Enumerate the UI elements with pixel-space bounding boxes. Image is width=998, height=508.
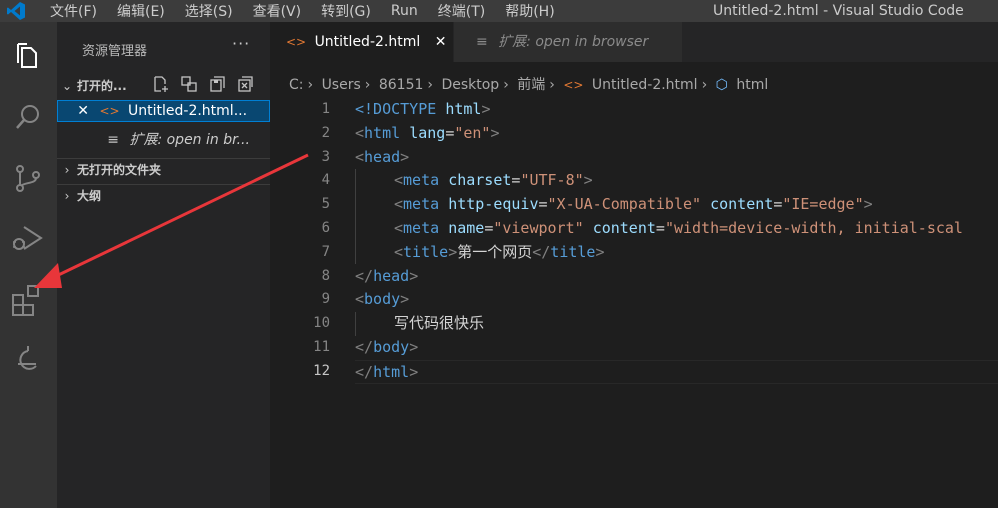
menu-go[interactable]: 转到(G) bbox=[311, 1, 381, 21]
menu-help[interactable]: 帮助(H) bbox=[495, 1, 564, 21]
line-number: 8 bbox=[321, 267, 330, 284]
explorer-title: 资源管理器 bbox=[82, 44, 148, 59]
explorer-icon[interactable] bbox=[8, 36, 48, 76]
line-number: 10 bbox=[313, 315, 330, 332]
breadcrumb-item[interactable]: 前端 bbox=[517, 77, 545, 93]
code-editor[interactable]: <!DOCTYPE html> <html lang="en"> <head> … bbox=[355, 98, 998, 384]
outline-section[interactable]: › 大纲 bbox=[57, 184, 270, 207]
code-line: <body> bbox=[355, 290, 410, 309]
chevron-right-icon: › bbox=[64, 189, 70, 203]
editor-tabs: <> Untitled-2.html ✕ ≡ 扩展: open in brows… bbox=[270, 22, 998, 62]
chevron-down-icon: ⌄ bbox=[61, 79, 73, 93]
close-icon[interactable]: ✕ bbox=[57, 100, 89, 122]
line-number: 5 bbox=[321, 196, 330, 213]
outline-label: 大纲 bbox=[77, 189, 102, 203]
tab-untitled-2[interactable]: <> Untitled-2.html ✕ bbox=[270, 22, 453, 62]
code-line: <head> bbox=[355, 147, 410, 166]
code-line: </head> bbox=[355, 266, 419, 285]
breadcrumb-item[interactable]: Desktop bbox=[441, 77, 499, 93]
chevron-right-icon: › bbox=[364, 77, 371, 93]
activity-bar bbox=[0, 22, 57, 508]
menu-bar: 文件(F) 编辑(E) 选择(S) 查看(V) 转到(G) Run 终端(T) … bbox=[40, 0, 565, 22]
menu-file[interactable]: 文件(F) bbox=[40, 1, 107, 21]
extensions-icon[interactable] bbox=[8, 280, 48, 320]
tab-label: Untitled-2.html bbox=[314, 34, 421, 50]
code-line: <html lang="en"> bbox=[355, 123, 500, 142]
explorer-sidebar: 资源管理器 ··· ⌄ 打开的... ✕ <> Untitled-2.html..… bbox=[57, 22, 270, 508]
line-number-gutter: 1 2 3 4 5 6 7 8 9 10 11 12 bbox=[270, 98, 330, 384]
run-debug-icon[interactable] bbox=[8, 218, 48, 258]
more-actions-button[interactable]: ··· bbox=[232, 34, 250, 53]
line-number: 3 bbox=[321, 148, 330, 165]
symbol-element-icon: ⬡ bbox=[715, 77, 728, 93]
line-number: 9 bbox=[321, 291, 330, 308]
code-line: <!DOCTYPE html> bbox=[355, 100, 491, 118]
tab-label: 扩展: open in browser bbox=[498, 34, 649, 50]
open-editor-item-extension[interactable]: ≡ 扩展: open in br... bbox=[57, 129, 270, 151]
breadcrumb-item[interactable]: Users bbox=[322, 77, 361, 93]
code-line: </body> bbox=[355, 337, 419, 356]
toggle-vertical-layout-icon[interactable] bbox=[180, 75, 198, 93]
html-file-icon: <> bbox=[563, 78, 584, 92]
open-editors-label: 打开的... bbox=[77, 79, 127, 93]
no-folder-section[interactable]: › 无打开的文件夹 bbox=[57, 158, 270, 181]
html-file-icon: <> bbox=[99, 104, 120, 118]
chevron-right-icon: › bbox=[427, 77, 433, 93]
html-file-icon: <> bbox=[286, 35, 307, 49]
code-line: <meta name="viewport" content="width=dev… bbox=[394, 218, 963, 237]
chevron-right-icon: › bbox=[64, 163, 70, 177]
chevron-right-icon: › bbox=[549, 77, 555, 93]
line-number: 1 bbox=[321, 101, 330, 117]
remote-explorer-icon[interactable] bbox=[8, 340, 48, 380]
line-number: 6 bbox=[321, 219, 330, 236]
breadcrumb-item[interactable]: 86151 bbox=[379, 77, 424, 93]
breadcrumb: C: › Users › 86151 › Desktop › 前端 › <> Untitl… bbox=[289, 74, 772, 94]
current-line-number: 12 bbox=[313, 362, 330, 379]
code-line: 写代码很快乐 bbox=[394, 314, 485, 333]
no-folder-label: 无打开的文件夹 bbox=[77, 163, 162, 177]
code-line: <meta charset="UTF-8"> bbox=[394, 171, 593, 190]
search-icon[interactable] bbox=[8, 98, 48, 138]
chevron-right-icon: › bbox=[701, 77, 708, 93]
current-code-line: </html> bbox=[355, 359, 998, 384]
save-all-icon[interactable] bbox=[208, 75, 226, 93]
menu-edit[interactable]: 编辑(E) bbox=[107, 1, 175, 21]
window-title: Untitled-2.html - Visual Studio Code bbox=[713, 3, 964, 19]
open-editors-actions bbox=[152, 75, 254, 93]
breadcrumb-item[interactable]: Untitled-2.html bbox=[592, 77, 698, 93]
close-all-icon[interactable] bbox=[236, 75, 254, 93]
menu-terminal[interactable]: 终端(T) bbox=[428, 1, 495, 21]
line-number: 11 bbox=[313, 338, 330, 355]
source-control-icon[interactable] bbox=[8, 158, 48, 198]
new-file-icon[interactable] bbox=[152, 75, 170, 93]
chevron-right-icon: › bbox=[307, 77, 314, 93]
breadcrumb-item[interactable]: html bbox=[736, 77, 768, 93]
preview-document-icon: ≡ bbox=[476, 34, 488, 50]
menu-run[interactable]: Run bbox=[381, 3, 428, 19]
open-editors-section[interactable]: ⌄ 打开的... bbox=[57, 75, 270, 97]
close-icon[interactable]: ✕ bbox=[435, 34, 447, 50]
open-editor-label: Untitled-2.html... bbox=[128, 103, 248, 119]
tab-extension-preview[interactable]: ≡ 扩展: open in browser bbox=[454, 22, 682, 62]
code-line: <meta http-equiv="X-UA-Compatible" conte… bbox=[394, 195, 873, 214]
vscode-logo-icon bbox=[7, 2, 25, 20]
line-number: 4 bbox=[321, 172, 330, 189]
open-editor-item-untitled[interactable]: ✕ <> Untitled-2.html... bbox=[57, 100, 270, 122]
chevron-right-icon: › bbox=[503, 77, 509, 93]
open-editor-label: 扩展: open in br... bbox=[129, 132, 250, 148]
line-number: 2 bbox=[321, 124, 330, 141]
line-number: 7 bbox=[321, 243, 330, 260]
code-line: <title>第一个网页</title> bbox=[394, 242, 605, 261]
preview-document-icon: ≡ bbox=[107, 132, 119, 148]
menu-view[interactable]: 查看(V) bbox=[243, 1, 312, 21]
menu-selection[interactable]: 选择(S) bbox=[175, 1, 243, 21]
breadcrumb-item[interactable]: C: bbox=[289, 77, 304, 93]
title-bar: 文件(F) 编辑(E) 选择(S) 查看(V) 转到(G) Run 终端(T) … bbox=[0, 0, 998, 22]
